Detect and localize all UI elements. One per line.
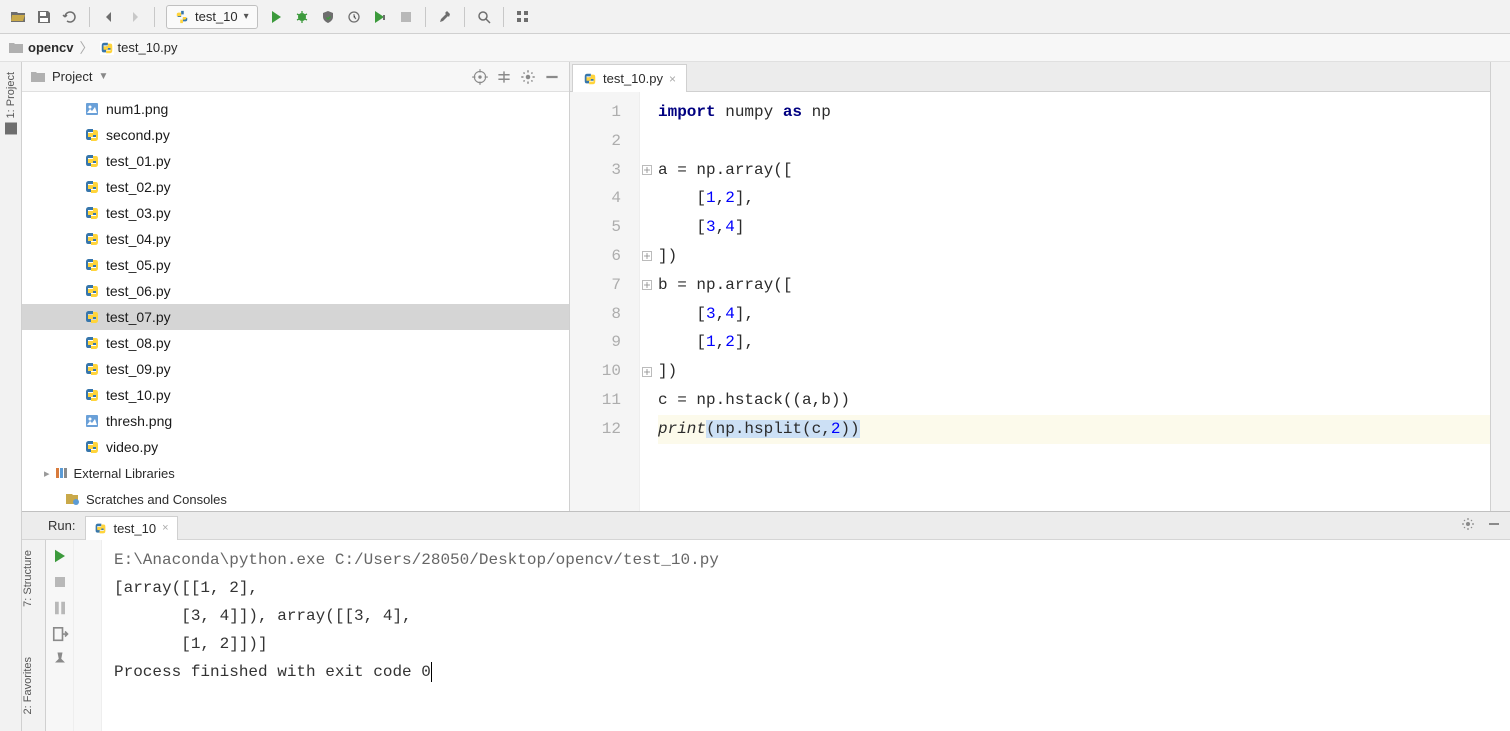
run-actions-col1 (46, 540, 74, 731)
project-panel: Project ▼ num1.pngsecond.pytest_01.pytes… (22, 62, 570, 511)
breadcrumb-root[interactable]: opencv (28, 40, 74, 55)
editor-tab-label: test_10.py (603, 71, 663, 86)
sidebar-tab-favorites[interactable]: 2: Favorites (22, 657, 34, 714)
tree-item[interactable]: test_07.py (22, 304, 569, 330)
close-icon[interactable]: × (669, 72, 676, 86)
run-left-gutter: 7: Structure 2: Favorites (22, 540, 46, 731)
run-tab-label: test_10 (113, 521, 156, 536)
open-icon[interactable] (6, 5, 30, 29)
tree-item[interactable]: test_06.py (22, 278, 569, 304)
run-config-selector[interactable]: test_10 ▾ (166, 5, 258, 29)
folder-icon (30, 70, 46, 84)
expand-icon[interactable] (495, 68, 513, 86)
tree-item[interactable]: num1.png (22, 96, 569, 122)
tree-item[interactable]: test_01.py (22, 148, 569, 174)
tree-item[interactable]: test_05.py (22, 252, 569, 278)
right-tool-gutter (1490, 62, 1510, 511)
run-icon[interactable] (264, 5, 288, 29)
debug-icon[interactable] (290, 5, 314, 29)
breadcrumb: opencv 〉 test_10.py (0, 34, 1510, 62)
run-label: Run: (48, 518, 75, 533)
search-icon[interactable] (472, 5, 496, 29)
project-panel-header: Project ▼ (22, 62, 569, 92)
tree-item[interactable]: thresh.png (22, 408, 569, 434)
run-tab[interactable]: test_10 × (85, 516, 177, 540)
main-toolbar: test_10 ▾ (0, 0, 1510, 34)
run-panel-header: Run: test_10 × (22, 512, 1510, 540)
external-libraries[interactable]: ▸External Libraries (22, 460, 569, 486)
gear-icon[interactable] (519, 68, 537, 86)
run-actions-col2 (74, 540, 102, 731)
exit-icon[interactable] (50, 624, 70, 644)
rerun-icon[interactable] (50, 546, 70, 566)
chevron-down-icon: ▾ (244, 11, 249, 22)
pin-icon[interactable] (50, 650, 70, 670)
console-output[interactable]: E:\Anaconda\python.exe C:/Users/28050/De… (102, 540, 1510, 731)
pause-icon[interactable] (50, 598, 70, 618)
python-file-icon (583, 72, 597, 86)
editor-area: test_10.py × 123456789101112 import nump… (570, 62, 1490, 511)
project-tree[interactable]: num1.pngsecond.pytest_01.pytest_02.pytes… (22, 92, 569, 511)
gear-icon[interactable] (1460, 516, 1476, 535)
save-icon[interactable] (32, 5, 56, 29)
chevron-right-icon: 〉 (80, 38, 94, 58)
code-area[interactable]: import numpy as npa = np.array([ [1,2], … (654, 92, 1490, 511)
tree-item[interactable]: test_09.py (22, 356, 569, 382)
tree-item[interactable]: test_10.py (22, 382, 569, 408)
fold-gutter (640, 92, 654, 511)
close-icon[interactable]: × (162, 522, 168, 534)
locate-icon[interactable] (471, 68, 489, 86)
hide-icon[interactable] (543, 68, 561, 86)
coverage-icon[interactable] (316, 5, 340, 29)
tree-item[interactable]: test_02.py (22, 174, 569, 200)
project-panel-title: Project (52, 69, 92, 84)
stop-icon[interactable] (50, 572, 70, 592)
breadcrumb-file[interactable]: test_10.py (118, 40, 178, 55)
left-tool-gutter: 1: Project (0, 62, 22, 731)
attach-icon[interactable] (368, 5, 392, 29)
tree-item[interactable]: test_04.py (22, 226, 569, 252)
back-icon[interactable] (97, 5, 121, 29)
structure-icon[interactable] (511, 5, 535, 29)
run-config-label: test_10 (195, 9, 238, 24)
chevron-down-icon[interactable]: ▼ (98, 71, 108, 82)
folder-icon (8, 41, 24, 55)
sidebar-tab-project[interactable]: 1: Project (5, 72, 17, 134)
settings-icon[interactable] (433, 5, 457, 29)
editor-tab[interactable]: test_10.py × (572, 64, 687, 92)
editor-tabs: test_10.py × (570, 62, 1490, 92)
profile-icon[interactable] (342, 5, 366, 29)
forward-icon[interactable] (123, 5, 147, 29)
tree-item[interactable]: test_03.py (22, 200, 569, 226)
refresh-icon[interactable] (58, 5, 82, 29)
stop-icon[interactable] (394, 5, 418, 29)
python-file-icon (100, 41, 114, 55)
line-gutter: 123456789101112 (570, 92, 640, 511)
tree-item[interactable]: test_08.py (22, 330, 569, 356)
python-file-icon (94, 522, 107, 535)
sidebar-tab-structure[interactable]: 7: Structure (22, 550, 34, 607)
tree-item[interactable]: second.py (22, 122, 569, 148)
run-panel: Run: test_10 × 7: Structure (22, 511, 1510, 731)
tree-item[interactable]: video.py (22, 434, 569, 460)
scratches[interactable]: Scratches and Consoles (22, 486, 569, 511)
hide-icon[interactable] (1486, 516, 1502, 535)
editor-body[interactable]: 123456789101112 import numpy as npa = np… (570, 92, 1490, 511)
